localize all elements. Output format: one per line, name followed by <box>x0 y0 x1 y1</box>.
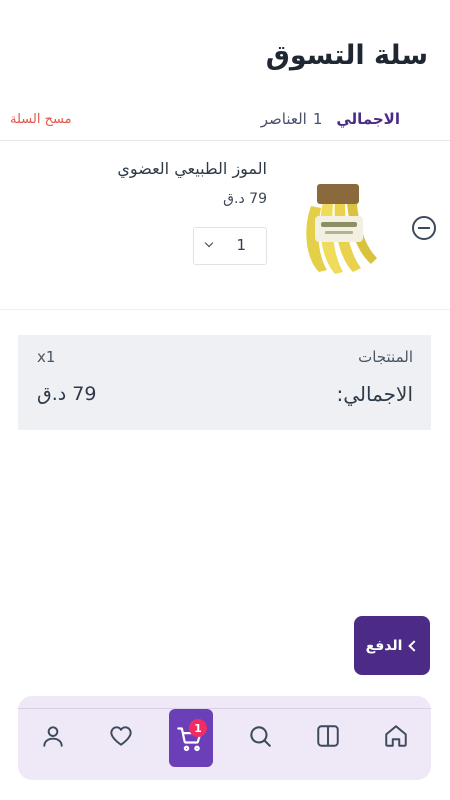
bottom-navigation: 1 <box>18 696 431 780</box>
total-label: الاجمالي: <box>336 382 413 406</box>
summary-items: 1 العناصر <box>261 110 323 128</box>
summary-items-label: العناصر <box>260 110 307 128</box>
remove-item-icon[interactable] <box>412 216 436 240</box>
nav-divider <box>18 708 431 709</box>
quantity-value: 1 <box>236 236 246 254</box>
checkout-label: الدفع <box>365 637 403 654</box>
summary-items-count: 1 <box>312 110 323 128</box>
product-name: الموز الطبيعي العضوي <box>117 159 267 178</box>
summary-total-label: الاجمالي <box>336 110 400 128</box>
profile-icon[interactable] <box>40 723 66 749</box>
cart-badge: 1 <box>189 719 207 737</box>
cart-summary-bar: الاجمالي 1 العناصر مسح السلة <box>0 106 450 141</box>
banana-bunch-image <box>306 184 377 274</box>
home-icon[interactable] <box>383 723 409 749</box>
cart-nav-button[interactable]: 1 <box>169 709 213 767</box>
products-count: x1 <box>37 348 56 366</box>
order-totals-panel: المنتجات x1 الاجمالي: 79 د.ق <box>18 335 431 430</box>
heart-icon[interactable] <box>108 723 134 749</box>
quantity-select[interactable]: 1 <box>193 227 267 265</box>
total-value: 79 د.ق <box>37 383 97 405</box>
page-title: سلة التسوق <box>265 40 428 71</box>
search-icon[interactable] <box>247 723 273 749</box>
products-label: المنتجات <box>358 348 413 366</box>
chevron-left-icon <box>408 640 421 652</box>
catalog-icon[interactable] <box>315 723 341 749</box>
chevron-down-icon <box>204 238 214 248</box>
clear-cart-link[interactable]: مسح السلة <box>10 112 72 127</box>
checkout-button[interactable]: الدفع <box>354 616 430 675</box>
cart-summary: الاجمالي 1 العناصر <box>261 110 400 128</box>
product-price: 79 د.ق <box>223 191 267 207</box>
